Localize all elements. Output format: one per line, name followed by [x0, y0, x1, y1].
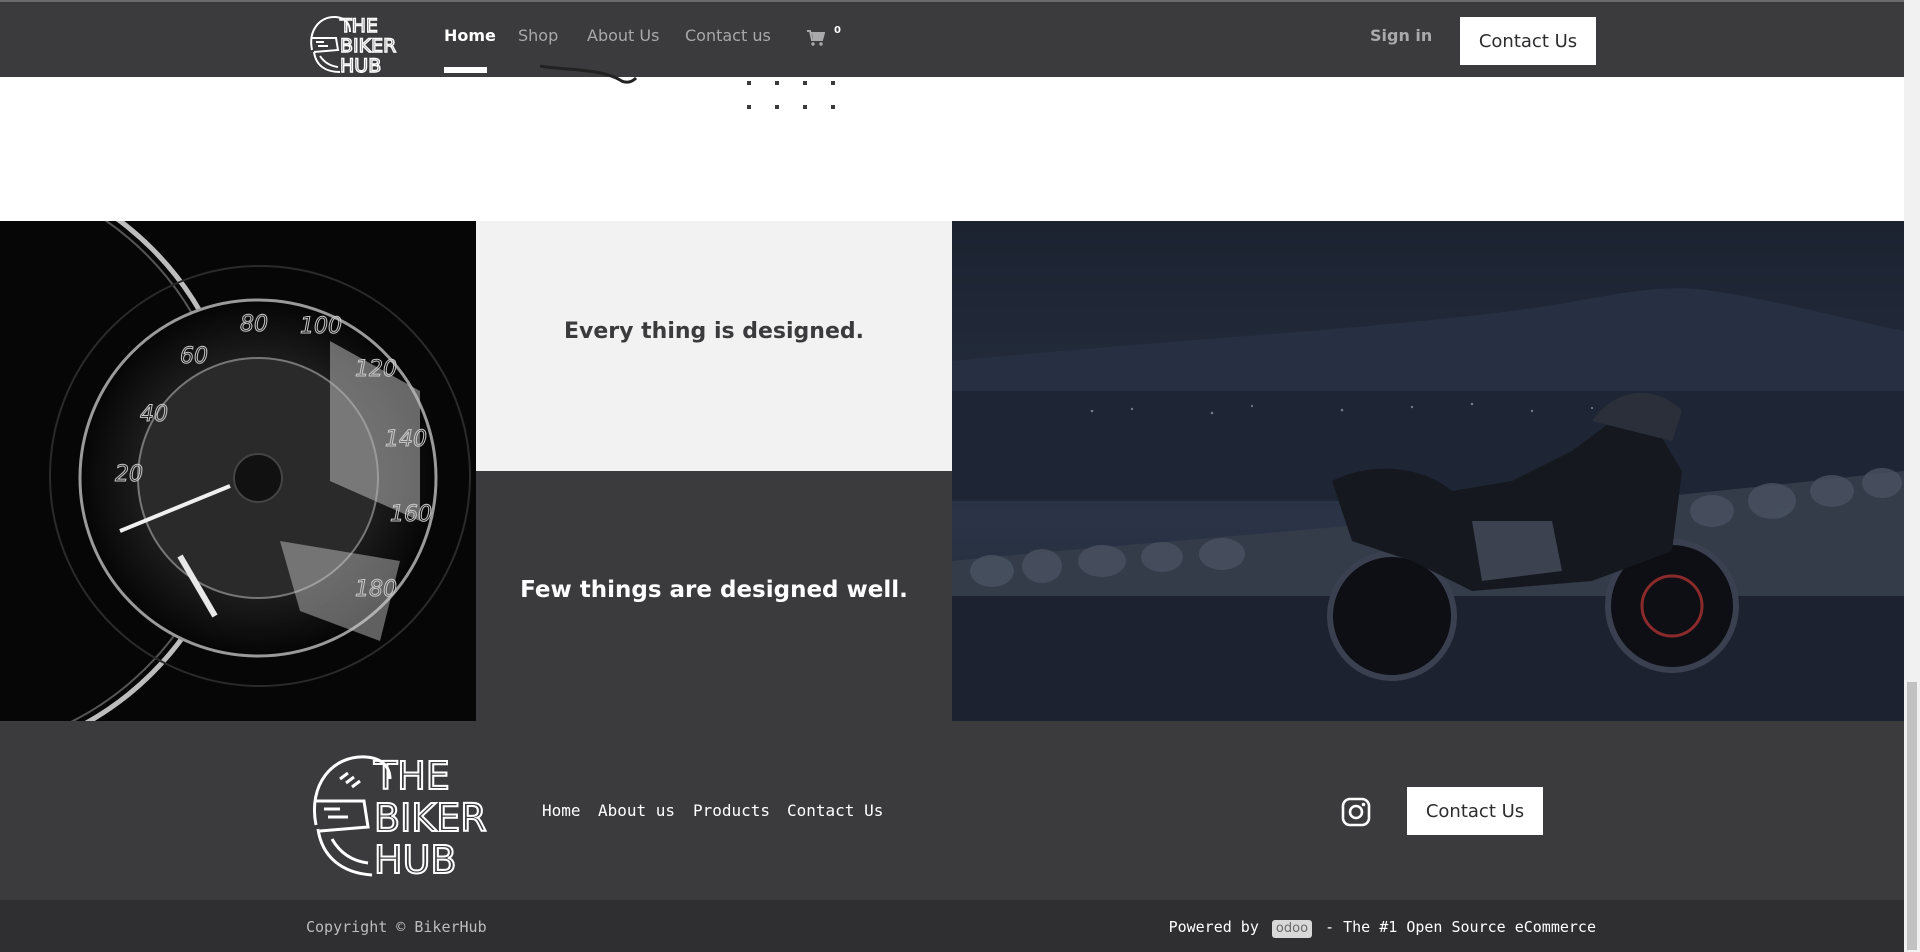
footer-link-contact-us[interactable]: Contact Us [787, 801, 883, 820]
decorative-stroke [540, 64, 638, 84]
svg-text:HUB: HUB [340, 55, 381, 76]
motorcycle-night-image [952, 221, 1904, 721]
cart-button[interactable]: 0 [807, 25, 847, 51]
tagline-panel-light: Every thing is designed. [476, 221, 952, 471]
sign-in-link[interactable]: Sign in [1370, 26, 1432, 45]
contact-us-button-header[interactable]: Contact Us [1460, 17, 1596, 65]
svg-text:140: 140 [385, 427, 427, 452]
tagline-panel-dark: Few things are designed well. [476, 471, 952, 721]
svg-text:40: 40 [140, 402, 168, 427]
dot-pattern [747, 81, 835, 109]
copyright-bar: Copyright © BikerHub Powered by odoo - T… [0, 900, 1904, 952]
scrollbar-thumb[interactable] [1907, 682, 1917, 950]
powered-by-suffix: - The #1 Open Source eCommerce [1325, 918, 1596, 936]
contact-us-button-footer[interactable]: Contact Us [1407, 787, 1543, 835]
svg-text:HUB: HUB [374, 838, 456, 879]
svg-text:100: 100 [300, 314, 342, 339]
svg-text:80: 80 [240, 312, 268, 337]
tagline-top: Every thing is designed. [564, 319, 864, 344]
footer: THE BIKER HUB Home About us Products Con… [0, 721, 1904, 900]
nav-home[interactable]: Home [444, 26, 496, 45]
svg-text:180: 180 [355, 577, 397, 602]
nav-shop[interactable]: Shop [518, 26, 558, 45]
instagram-icon[interactable] [1341, 797, 1371, 827]
svg-text:THE: THE [339, 15, 378, 37]
svg-text:20: 20 [115, 462, 143, 487]
svg-text:BIKER: BIKER [374, 796, 487, 840]
tagline-bottom: Few things are designed well. [520, 577, 908, 603]
svg-text:BIKER: BIKER [340, 35, 396, 57]
biker-hub-logo[interactable]: THE BIKER HUB [306, 10, 406, 78]
helmet-logo-icon: THE BIKER HUB [310, 14, 397, 78]
powered-by-prefix: Powered by [1168, 918, 1259, 936]
footer-link-home[interactable]: Home [542, 801, 581, 820]
speedometer-image: 80 100 120 140 160 180 60 40 20 [0, 221, 476, 721]
powered-by: Powered by odoo - The #1 Open Source eCo… [1169, 918, 1596, 938]
helmet-logo-icon: THE BIKER HUB [313, 753, 488, 883]
svg-text:120: 120 [355, 357, 397, 382]
cart-icon [807, 30, 825, 46]
cart-count-badge: 0 [834, 25, 841, 36]
footer-link-about-us[interactable]: About us [598, 801, 675, 820]
nav-about-us[interactable]: About Us [587, 26, 659, 45]
motorcycle-illustration [952, 221, 1904, 721]
nav-contact-us[interactable]: Contact us [685, 26, 771, 45]
copyright-text: Copyright © BikerHub [306, 918, 487, 936]
speedometer-illustration: 80 100 120 140 160 180 60 40 20 [0, 221, 476, 721]
svg-text:60: 60 [180, 344, 208, 369]
footer-link-products[interactable]: Products [693, 801, 770, 820]
odoo-logo-link[interactable]: odoo [1271, 920, 1313, 938]
biker-hub-logo-footer[interactable]: THE BIKER HUB [306, 749, 498, 883]
top-navbar: THE BIKER HUB Home Shop About Us Contact… [0, 0, 1904, 78]
active-nav-indicator [444, 67, 487, 73]
svg-text:THE: THE [373, 754, 450, 798]
svg-text:160: 160 [390, 502, 432, 527]
